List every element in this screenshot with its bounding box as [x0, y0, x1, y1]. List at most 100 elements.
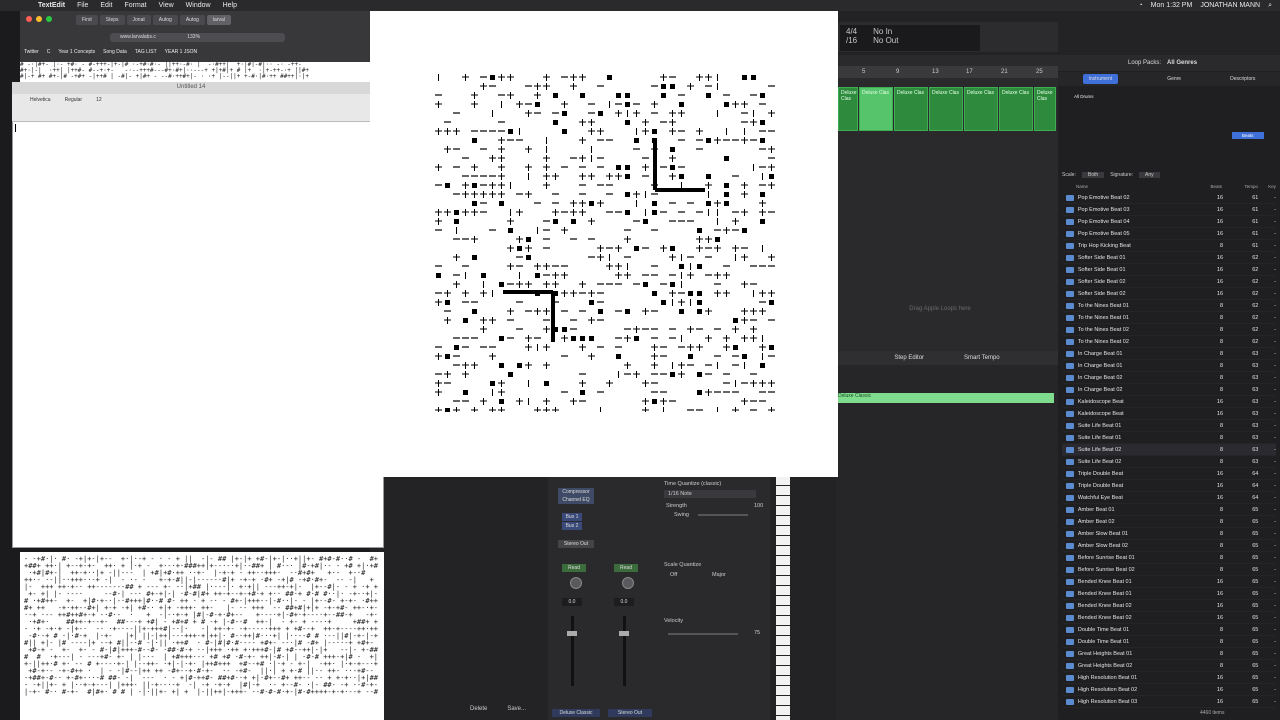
loop-row[interactable]: To the Nines Beat 01 8 62 - — [1062, 300, 1276, 312]
browser-tab[interactable]: Autog — [152, 14, 178, 25]
loop-row[interactable]: Softer Side Beat 02 16 62 - — [1062, 276, 1276, 288]
plugin-slot-compressor[interactable]: Compressor — [558, 488, 594, 496]
menu-file[interactable]: File — [71, 2, 94, 9]
loop-row[interactable]: In Charge Beat 01 8 63 - — [1062, 360, 1276, 372]
loop-row[interactable]: Great Heights Beat 01 8 65 - — [1062, 648, 1276, 660]
col-key[interactable]: Key — [1258, 184, 1276, 192]
volume-fader[interactable] — [571, 616, 574, 686]
loop-row[interactable]: Bended Knee Beat 01 16 65 - — [1062, 576, 1276, 588]
loop-row[interactable]: Amber Slow Beat 02 8 65 - — [1062, 540, 1276, 552]
fader-handle[interactable] — [567, 631, 577, 636]
wifi-icon[interactable]: ◔ — [1138, 2, 1142, 10]
loop-row[interactable]: Pop Emotive Beat 04 16 61 - — [1062, 216, 1276, 228]
plugin-slot-eq[interactable]: Channel EQ — [558, 496, 594, 504]
loop-row[interactable]: Softer Side Beat 01 16 62 - — [1062, 264, 1276, 276]
loop-row[interactable]: Amber Slow Beat 01 8 65 - — [1062, 528, 1276, 540]
scale-mode-select[interactable]: Major — [712, 572, 726, 578]
loop-row[interactable]: Great Heights Beat 02 8 65 - — [1062, 660, 1276, 672]
loop-row[interactable]: Softer Side Beat 02 16 62 - — [1062, 288, 1276, 300]
volume-readout-2[interactable]: 0.0 — [614, 598, 634, 606]
loop-row[interactable]: Kaleidoscope Beat 16 63 - — [1062, 408, 1276, 420]
loop-row[interactable]: Watchful Eye Beat 16 64 - — [1062, 492, 1276, 504]
tab-descriptors[interactable]: Descriptors — [1230, 76, 1255, 82]
browser-tab[interactable]: Jonat — [126, 14, 151, 25]
col-tempo[interactable]: Tempo — [1222, 184, 1258, 192]
bookmark[interactable]: YEAR 1 JSON — [165, 49, 198, 55]
loop-row[interactable]: Triple Double Beat 16 64 - — [1062, 480, 1276, 492]
category-all-drums[interactable]: All Drums — [1074, 94, 1094, 99]
loop-row[interactable]: Amber Beat 02 8 65 - — [1062, 516, 1276, 528]
category-beats[interactable]: Beats — [1232, 132, 1264, 139]
loop-row[interactable]: To the Nines Beat 02 8 62 - — [1062, 336, 1276, 348]
font-size-select[interactable]: 12 — [96, 97, 102, 103]
font-family-select[interactable]: Helvetica — [30, 97, 51, 103]
loop-row[interactable]: Bended Knee Beat 02 16 65 - — [1062, 600, 1276, 612]
loop-row[interactable]: In Charge Beat 02 8 63 - — [1062, 372, 1276, 384]
loop-row[interactable]: Before Sunrise Beat 02 8 65 - — [1062, 564, 1276, 576]
quantize-select[interactable]: 1/16 Note — [664, 490, 756, 498]
tab-smart-tempo[interactable]: Smart Tempo — [964, 355, 1000, 361]
piano-keys[interactable] — [776, 476, 790, 720]
loop-row[interactable]: Before Sunrise Beat 01 8 65 - — [1062, 552, 1276, 564]
loop-row[interactable]: Kaleidoscope Beat 16 63 - — [1062, 396, 1276, 408]
bookmark[interactable]: TAG LIST — [135, 49, 157, 55]
swing-slider[interactable] — [698, 514, 748, 516]
loop-category-grid[interactable]: All Drums Beats — [1072, 92, 1277, 164]
automation-read-2[interactable]: Read — [614, 564, 638, 572]
loop-row[interactable]: Pop Emotive Beat 05 16 61 - — [1062, 228, 1276, 240]
loop-row[interactable]: Amber Beat 01 8 65 - — [1062, 504, 1276, 516]
region[interactable]: Deluxe Clas — [929, 87, 963, 131]
menu-help[interactable]: Help — [217, 2, 243, 9]
loop-row[interactable]: Pop Emotive Beat 03 16 61 - — [1062, 204, 1276, 216]
automation-read[interactable]: Read — [562, 564, 586, 572]
browser-tab-active[interactable]: larval — [206, 14, 231, 25]
loop-row[interactable]: High Resolution Beat 03 16 65 - — [1062, 696, 1276, 708]
browser-tab[interactable]: Autog — [179, 14, 205, 25]
loop-row[interactable]: Suite Life Beat 02 8 63 - — [1062, 444, 1276, 456]
region-selected[interactable]: Deluxe Clas — [859, 87, 893, 131]
volume-readout[interactable]: 0.0 — [562, 598, 582, 606]
loop-row[interactable]: Double Time Beat 01 8 65 - — [1062, 624, 1276, 636]
font-style-select[interactable]: Regular — [65, 97, 83, 103]
loop-row[interactable]: Softer Side Beat 01 16 62 - — [1062, 252, 1276, 264]
loop-row[interactable]: High Resolution Beat 01 16 65 - — [1062, 672, 1276, 684]
send-bus-2[interactable]: Bus 2 — [562, 522, 582, 530]
pan-knob[interactable] — [570, 577, 582, 589]
loop-row[interactable]: Double Time Beat 01 8 65 - — [1062, 636, 1276, 648]
menu-view[interactable]: View — [153, 2, 180, 9]
bookmark[interactable]: Song Data — [103, 49, 127, 55]
pan-knob-2[interactable] — [622, 577, 634, 589]
loop-row[interactable]: In Charge Beat 02 8 63 - — [1062, 384, 1276, 396]
bookmark[interactable]: Year 1 Concepts — [58, 49, 95, 55]
col-name[interactable]: Name — [1062, 184, 1192, 192]
loop-row[interactable]: Suite Life Beat 02 8 63 - — [1062, 456, 1276, 468]
tab-instrument[interactable]: Instrument — [1082, 74, 1119, 84]
tab-genre[interactable]: Genre — [1167, 76, 1181, 82]
loop-row[interactable]: Triple Double Beat 16 64 - — [1062, 468, 1276, 480]
loop-row[interactable]: Suite Life Beat 01 8 63 - — [1062, 420, 1276, 432]
tab-step-editor[interactable]: Step Editor — [894, 355, 924, 361]
velocity-value[interactable]: 75 — [754, 630, 760, 636]
loop-row[interactable]: Suite Life Beat 01 8 63 - — [1062, 432, 1276, 444]
loop-row[interactable]: In Charge Beat 01 8 63 - — [1062, 348, 1276, 360]
strength-value[interactable]: 100 — [754, 503, 763, 509]
region[interactable]: Deluxe Clas — [964, 87, 998, 131]
save-button[interactable]: Save... — [507, 706, 526, 712]
loop-row[interactable]: Bended Knee Beat 02 16 65 - — [1062, 612, 1276, 624]
textedit-window[interactable] — [12, 82, 384, 548]
loop-row[interactable]: Trip Hop Kicking Beat 8 61 - — [1062, 240, 1276, 252]
fader-handle-2[interactable] — [619, 631, 629, 636]
menubar-clock[interactable]: Mon 1:32 PM — [1151, 2, 1193, 10]
piano-roll-region[interactable]: Deluxe Classic — [836, 393, 1054, 403]
loop-row[interactable]: High Resolution Beat 02 16 65 - — [1062, 684, 1276, 696]
region[interactable]: Deluxe Clas — [894, 87, 928, 131]
region[interactable]: Deluxe Clas — [999, 87, 1033, 131]
bookmark[interactable]: Twitter — [24, 49, 39, 55]
scale-select[interactable]: Both — [1081, 172, 1105, 178]
scale-off-select[interactable]: Off — [670, 572, 677, 578]
velocity-slider[interactable] — [668, 633, 738, 635]
address-bar[interactable]: www.larvalabs.c 133% — [110, 33, 285, 42]
spotlight-icon[interactable]: ⌕ — [1268, 2, 1272, 10]
timeline-ruler[interactable]: 5 9 13 17 21 25 — [836, 66, 1058, 78]
output-stereo-out[interactable]: Stereo Out — [558, 540, 594, 548]
